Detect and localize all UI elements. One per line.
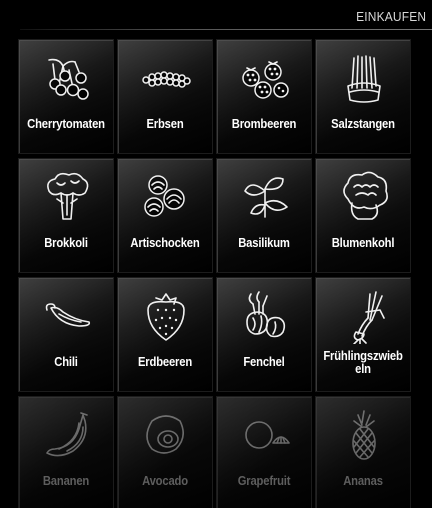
tile-label: Ananas bbox=[343, 474, 383, 488]
blackberries-icon bbox=[237, 50, 293, 106]
header: EINKAUFEN bbox=[0, 0, 432, 32]
tile-label: Chili bbox=[54, 355, 78, 369]
tile-grapefruit[interactable]: Grapefruit bbox=[216, 396, 312, 508]
tile-label: Erdbeeren bbox=[137, 355, 193, 369]
tile-label: Avocado bbox=[142, 474, 188, 488]
tile-basilikum[interactable]: Basilikum bbox=[216, 158, 312, 273]
pretzel-sticks-icon bbox=[336, 50, 392, 106]
tile-blumenkohl[interactable]: Blumenkohl bbox=[315, 158, 411, 273]
cherry-tomatoes-icon bbox=[39, 50, 95, 106]
fennel-icon bbox=[237, 288, 293, 344]
tile-erdbeeren[interactable]: Erdbeeren bbox=[117, 277, 213, 392]
pineapple-icon bbox=[336, 407, 392, 463]
avocado-icon bbox=[138, 407, 194, 463]
tile-chili[interactable]: Chili bbox=[18, 277, 114, 392]
strawberry-icon bbox=[138, 288, 194, 344]
tile-fenchel[interactable]: Fenchel bbox=[216, 277, 312, 392]
peas-icon bbox=[138, 50, 194, 106]
tile-label: Brokkoli bbox=[44, 236, 88, 250]
banana-icon bbox=[39, 407, 95, 463]
tile-label: Artischocken bbox=[130, 236, 200, 250]
tile-label: Bananen bbox=[42, 474, 90, 488]
tile-brokkoli[interactable]: Brokkoli bbox=[18, 158, 114, 273]
grapefruit-icon bbox=[237, 407, 293, 463]
tile-label: Salzstangen bbox=[331, 117, 395, 131]
tile-label: Frühlingszwiebeln bbox=[323, 349, 403, 376]
tile-label: Basilikum bbox=[238, 236, 290, 250]
artichoke-icon bbox=[138, 169, 194, 225]
basil-icon bbox=[237, 169, 293, 225]
product-grid: Cherrytomaten Erbsen Brombeeren Salzstan… bbox=[18, 39, 414, 508]
tile-label: Grapefruit bbox=[237, 474, 291, 488]
tile-label: Erbsen bbox=[146, 117, 184, 131]
tile-ananas[interactable]: Ananas bbox=[315, 396, 411, 508]
broccoli-icon bbox=[39, 169, 95, 225]
tile-fruehlingszwiebeln[interactable]: Frühlingszwiebeln bbox=[315, 277, 411, 392]
tile-avocado[interactable]: Avocado bbox=[117, 396, 213, 508]
tile-label: Brombeeren bbox=[231, 117, 297, 131]
tile-label: Fenchel bbox=[243, 355, 285, 369]
chili-icon bbox=[39, 288, 95, 344]
header-divider bbox=[20, 29, 432, 30]
tile-bananen[interactable]: Bananen bbox=[18, 396, 114, 508]
tile-artischocken[interactable]: Artischocken bbox=[117, 158, 213, 273]
tile-salzstangen[interactable]: Salzstangen bbox=[315, 39, 411, 154]
page-title: EINKAUFEN bbox=[355, 9, 426, 24]
shopping-screen: EINKAUFEN Cherrytomaten Erbsen Brombeere… bbox=[0, 0, 432, 508]
tile-cherrytomaten[interactable]: Cherrytomaten bbox=[18, 39, 114, 154]
spring-onion-icon bbox=[336, 288, 392, 344]
tile-brombeeren[interactable]: Brombeeren bbox=[216, 39, 312, 154]
tile-label: Cherrytomaten bbox=[27, 117, 105, 131]
cauliflower-icon bbox=[336, 169, 392, 225]
tile-erbsen[interactable]: Erbsen bbox=[117, 39, 213, 154]
tile-label: Blumenkohl bbox=[331, 236, 395, 250]
